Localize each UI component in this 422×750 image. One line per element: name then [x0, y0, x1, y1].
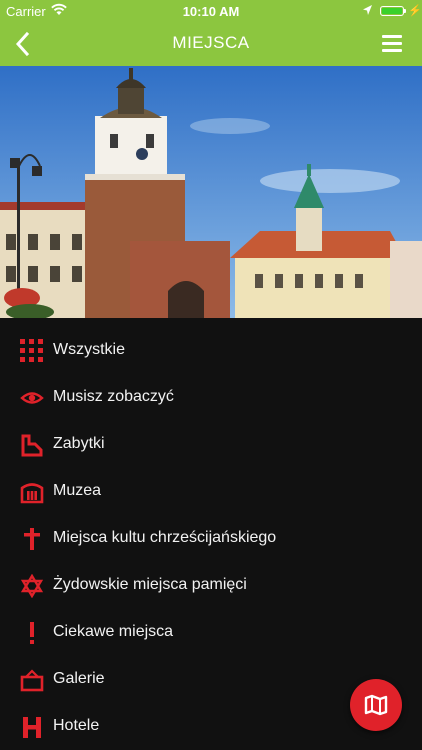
list-item-label: Hotele: [53, 717, 100, 734]
top-bar: Carrier 10:10 AM ⚡ MIEJSCA: [0, 0, 422, 66]
list-item-label: Miejsca kultu chrześcijańskiego: [53, 529, 277, 546]
museum-icon: [20, 480, 44, 504]
list-item-musisz-zobaczyc[interactable]: Musisz zobaczyć: [0, 375, 422, 421]
status-bar: Carrier 10:10 AM ⚡: [0, 0, 422, 22]
grid-icon: [20, 339, 44, 363]
cross-icon: [20, 527, 44, 551]
list-item-ciekawe-miejsca[interactable]: Ciekawe miejsca: [0, 610, 422, 656]
battery-icon: [380, 6, 406, 16]
location-arrow-icon: [362, 4, 373, 19]
list-item-zydowskie-miejsca[interactable]: Żydowskie miejsca pamięci: [0, 563, 422, 609]
charging-icon: ⚡: [408, 5, 422, 17]
list-item-label: Musisz zobaczyć: [53, 388, 174, 405]
list-item-zabytki[interactable]: Zabytki: [0, 422, 422, 468]
hamburger-icon: [382, 35, 402, 38]
list-item-miejsca-kultu[interactable]: Miejsca kultu chrześcijańskiego: [0, 516, 422, 562]
exclamation-icon: [20, 621, 44, 645]
list-item-label: Żydowskie miejsca pamięci: [53, 576, 247, 593]
list-item-label: Zabytki: [53, 435, 105, 452]
hotel-icon: [20, 715, 44, 739]
monument-icon: [20, 433, 44, 457]
list-item-label: Wszystkie: [53, 341, 125, 358]
list-item-label: Ciekawe miejsca: [53, 623, 174, 640]
gallery-icon: [20, 668, 44, 692]
list-item-wszystkie[interactable]: Wszystkie: [0, 328, 422, 374]
map-button[interactable]: [350, 679, 402, 731]
battery-fill: [382, 8, 402, 14]
menu-button[interactable]: [378, 31, 406, 57]
list-item-label: Galerie: [53, 670, 105, 687]
nav-bar: MIEJSCA: [0, 22, 422, 66]
list-item-muzea[interactable]: Muzea: [0, 469, 422, 515]
eye-icon: [20, 386, 44, 410]
hero-image: [0, 66, 422, 318]
star-of-david-icon: [20, 573, 44, 599]
list-item-label: Muzea: [53, 482, 102, 499]
map-icon: [364, 694, 388, 716]
status-time: 10:10 AM: [182, 4, 240, 19]
page-title: MIEJSCA: [172, 33, 250, 52]
